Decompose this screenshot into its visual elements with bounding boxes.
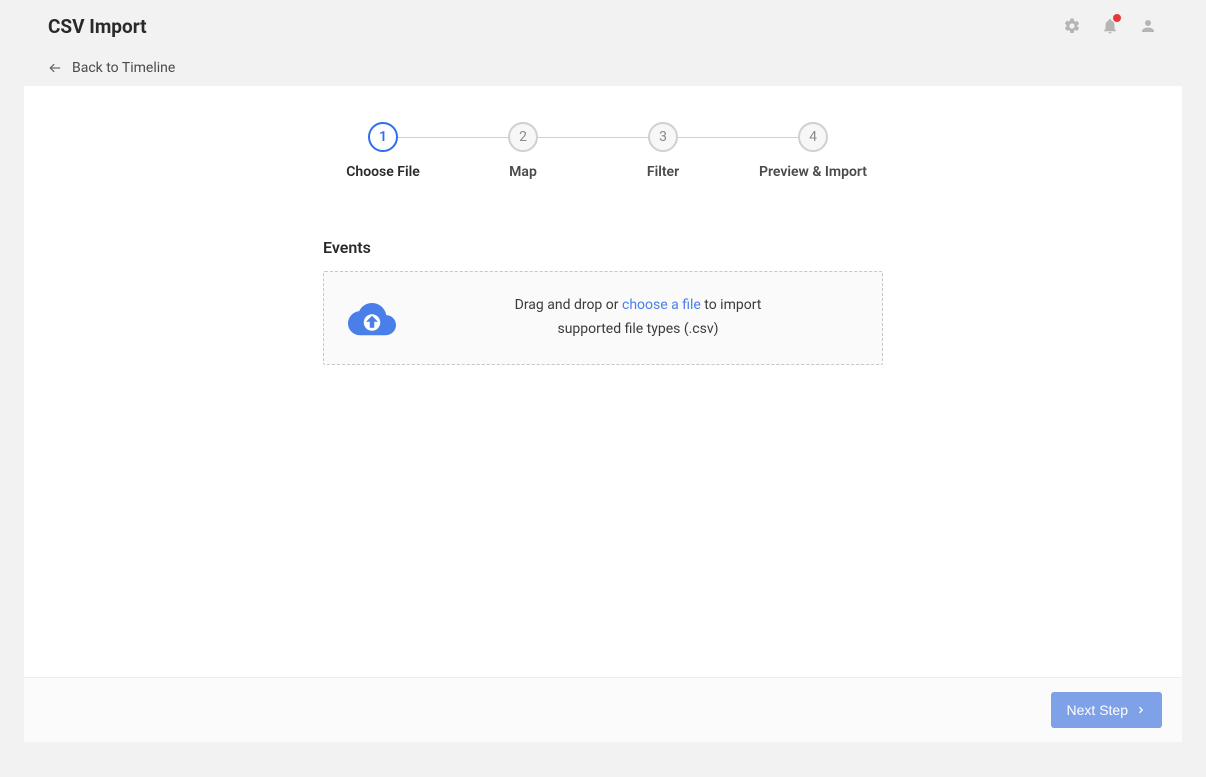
step-number: 4 xyxy=(798,122,828,152)
step-label: Filter xyxy=(647,164,679,180)
next-step-button[interactable]: Next Step xyxy=(1051,692,1162,728)
step-label: Choose File xyxy=(346,164,420,180)
step-map[interactable]: 2 Map xyxy=(463,122,583,180)
dropzone-prefix: Drag and drop or xyxy=(515,297,622,313)
back-to-timeline-link[interactable]: Back to Timeline xyxy=(72,60,175,76)
stepper: 1 Choose File 2 Map 3 Filter 4 Preview &… xyxy=(323,122,883,180)
page-title: CSV Import xyxy=(48,15,147,38)
dropzone-supported: supported file types (.csv) xyxy=(557,321,718,337)
chevron-right-icon xyxy=(1136,705,1146,715)
gear-icon[interactable] xyxy=(1062,16,1082,36)
bell-icon[interactable] xyxy=(1100,16,1120,36)
notification-dot xyxy=(1113,14,1121,22)
step-choose-file[interactable]: 1 Choose File xyxy=(323,122,443,180)
dropzone-text: Drag and drop or choose a file to import… xyxy=(418,294,858,342)
step-filter[interactable]: 3 Filter xyxy=(603,122,723,180)
next-step-label: Next Step xyxy=(1067,702,1128,718)
user-icon[interactable] xyxy=(1138,16,1158,36)
dropzone-suffix: to import xyxy=(701,297,762,313)
file-dropzone[interactable]: Drag and drop or choose a file to import… xyxy=(323,271,883,365)
step-number: 2 xyxy=(508,122,538,152)
step-preview-import[interactable]: 4 Preview & Import xyxy=(743,122,883,180)
cloud-upload-icon xyxy=(348,298,396,338)
section-title-events: Events xyxy=(323,238,883,257)
step-number: 3 xyxy=(648,122,678,152)
step-label: Map xyxy=(509,164,537,180)
choose-file-link[interactable]: choose a file xyxy=(622,297,701,313)
step-number: 1 xyxy=(368,122,398,152)
step-label: Preview & Import xyxy=(759,164,867,180)
import-card: 1 Choose File 2 Map 3 Filter 4 Preview &… xyxy=(24,86,1182,742)
card-footer: Next Step xyxy=(24,677,1182,742)
arrow-left-icon[interactable] xyxy=(48,61,62,75)
